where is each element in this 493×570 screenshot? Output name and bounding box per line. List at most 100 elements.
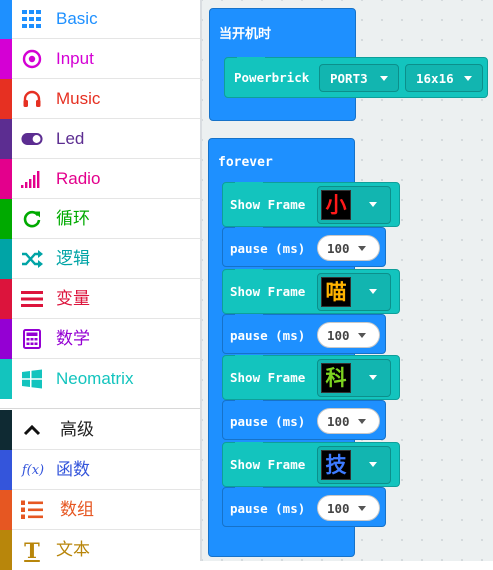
forever-title: forever	[218, 155, 273, 170]
category-stripe	[0, 530, 12, 570]
pause-block[interactable]: pause (ms) 100	[222, 486, 386, 527]
signal-bars-icon	[21, 168, 43, 190]
notch	[235, 355, 263, 361]
show-frame-block[interactable]: Show Frame 技	[222, 441, 400, 487]
caret-down-icon	[369, 375, 377, 380]
notch	[237, 57, 265, 63]
category-stripe	[0, 199, 12, 239]
category-led[interactable]: Led	[0, 119, 200, 159]
category-stripe	[0, 0, 12, 39]
show-frame-label: Show Frame	[230, 197, 306, 212]
shuffle-icon	[21, 248, 43, 270]
caret-down-icon	[369, 202, 377, 207]
category-stripe	[0, 239, 12, 279]
frame-image-dropdown[interactable]: 小	[317, 186, 391, 224]
refresh-icon	[21, 208, 43, 230]
category-logic[interactable]: 逻辑	[0, 239, 200, 279]
caret-down-icon	[464, 76, 472, 81]
pause-label: pause (ms)	[230, 414, 306, 429]
category-text[interactable]: T 文本	[0, 530, 200, 570]
category-label: Neomatrix	[56, 369, 134, 388]
notch	[235, 486, 263, 493]
frame-char: 技	[321, 449, 351, 480]
show-frame-block[interactable]: Show Frame 科	[222, 355, 400, 400]
caret-down-icon	[358, 419, 366, 424]
toggle-icon	[21, 128, 43, 150]
category-stripe	[0, 359, 12, 399]
frame-char: 科	[321, 363, 351, 393]
category-math[interactable]: 数学	[0, 319, 200, 359]
category-label: Input	[56, 49, 94, 68]
frame-image-dropdown[interactable]: 科	[317, 359, 391, 397]
chevron-up-icon	[21, 419, 43, 441]
pause-block[interactable]: pause (ms) 100	[222, 227, 386, 267]
category-loops[interactable]: 循环	[0, 199, 200, 239]
category-arrays[interactable]: 数组	[0, 490, 200, 530]
pause-block[interactable]: pause (ms) 100	[222, 400, 386, 440]
caret-down-icon	[369, 461, 377, 467]
grid-icon	[21, 8, 43, 30]
pause-value: 100	[327, 500, 350, 516]
category-music[interactable]: Music	[0, 79, 200, 119]
windows-icon	[21, 368, 43, 390]
category-radio[interactable]: Radio	[0, 159, 200, 199]
notch	[235, 313, 263, 320]
category-functions[interactable]: f(x) 函数	[0, 450, 200, 490]
headphones-icon	[21, 88, 43, 110]
category-neomatrix[interactable]: Neomatrix	[0, 359, 200, 399]
category-stripe	[0, 279, 12, 319]
category-label: 循环	[56, 209, 90, 228]
category-label: 变量	[56, 289, 90, 308]
size-dropdown[interactable]: 16x16	[405, 64, 483, 92]
category-input[interactable]: Input	[0, 39, 200, 79]
category-variables[interactable]: 变量	[0, 279, 200, 319]
pause-ms-input[interactable]: 100	[317, 408, 380, 434]
category-label: 数组	[60, 500, 94, 519]
pause-value: 100	[327, 327, 350, 343]
function-icon: f(x)	[21, 462, 45, 478]
category-basic[interactable]: Basic	[0, 0, 200, 39]
show-frame-label: Show Frame	[230, 370, 306, 385]
lines-icon	[21, 288, 43, 310]
pause-value: 100	[327, 414, 350, 429]
category-stripe	[0, 490, 12, 530]
workspace[interactable]: 当开机时 Powerbrick PORT3 16x16 forever Show…	[202, 0, 493, 561]
show-frame-block[interactable]: Show Frame 小	[222, 182, 400, 227]
category-stripe	[0, 159, 12, 199]
toolbox-divider	[0, 399, 200, 409]
caret-down-icon	[358, 505, 366, 511]
category-label: Basic	[56, 9, 98, 28]
pause-ms-input[interactable]: 100	[317, 235, 380, 261]
frame-image-dropdown[interactable]: 喵	[317, 272, 391, 311]
show-frame-label: Show Frame	[230, 283, 306, 299]
powerbrick-label: Powerbrick	[234, 70, 310, 85]
caret-down-icon	[358, 246, 366, 251]
pause-ms-input[interactable]: 100	[317, 321, 380, 348]
target-icon	[21, 48, 43, 70]
pause-value: 100	[327, 241, 350, 256]
notch	[235, 182, 263, 188]
category-advanced[interactable]: 高级	[0, 410, 200, 450]
category-label: 逻辑	[56, 249, 90, 268]
powerbrick-block[interactable]: Powerbrick PORT3 16x16	[224, 57, 488, 98]
notch	[235, 400, 263, 406]
text-icon: T	[24, 537, 40, 563]
show-frame-label: Show Frame	[230, 456, 306, 472]
category-stripe	[0, 410, 12, 450]
pause-ms-input[interactable]: 100	[317, 494, 380, 521]
show-frame-block[interactable]: Show Frame 喵	[222, 268, 400, 314]
on-start-title: 当开机时	[219, 27, 272, 42]
frame-char: 小	[321, 190, 351, 220]
caret-down-icon	[380, 76, 388, 81]
frame-char: 喵	[321, 276, 351, 307]
notch	[235, 268, 263, 275]
category-stripe	[0, 79, 12, 119]
caret-down-icon	[358, 332, 366, 338]
port-dropdown[interactable]: PORT3	[319, 64, 399, 92]
pause-block[interactable]: pause (ms) 100	[222, 313, 386, 354]
category-label: 文本	[56, 540, 90, 559]
port-value: PORT3	[330, 71, 368, 86]
category-label: 高级	[60, 420, 94, 439]
toolbox: Basic Input Music Led Radio 循环 逻辑 变量 数学 …	[0, 0, 200, 570]
frame-image-dropdown[interactable]: 技	[317, 445, 391, 484]
